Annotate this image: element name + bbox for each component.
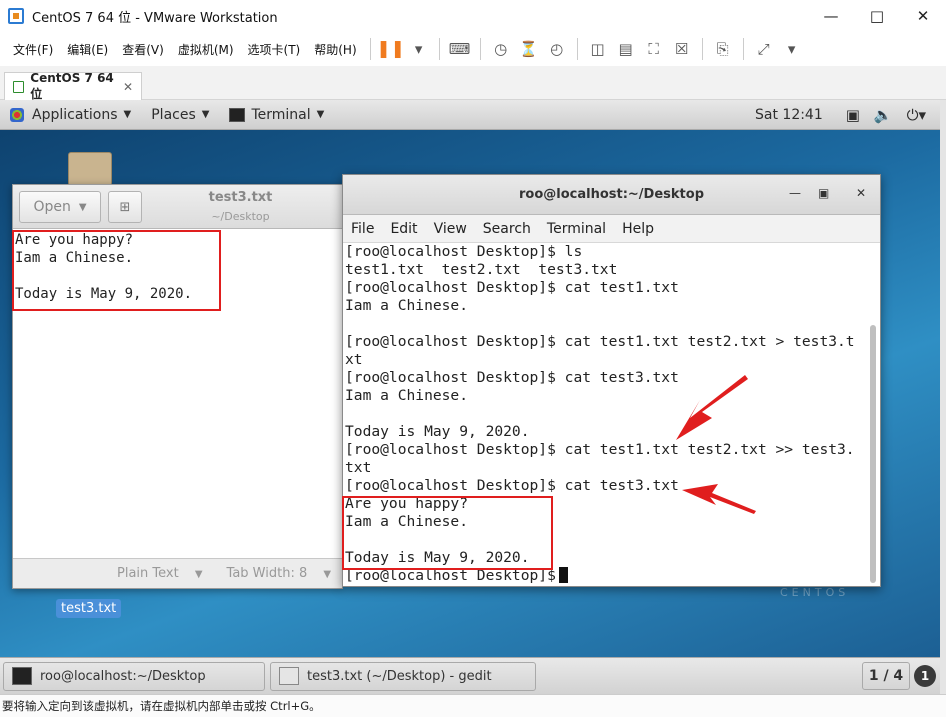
vmware-tabbar: CentOS 7 64 位 ✕ [0, 66, 946, 101]
annotation-arrow-upper [676, 375, 748, 440]
menu-tabs[interactable]: 选项卡(T) [241, 41, 308, 58]
vmware-statusbar: 要将输入定向到该虚拟机，请在虚拟机内部单击或按 Ctrl+G。 [0, 694, 946, 717]
vm-tab-icon [13, 80, 25, 93]
menu-vm[interactable]: 虚拟机(M) [171, 41, 241, 58]
pause-icon[interactable]: ❚❚ [376, 36, 405, 62]
toolbar-separator [576, 38, 578, 60]
sidebar-toggle-icon[interactable]: ◫ [584, 36, 612, 62]
vm-tab-centos[interactable]: CentOS 7 64 位 ✕ [4, 71, 142, 101]
vm-scrollbar[interactable] [940, 100, 946, 694]
tab-close-icon[interactable]: ✕ [123, 80, 133, 94]
unity-icon[interactable]: ☒ [668, 36, 696, 62]
task-terminal-label: roo@localhost:~/Desktop [40, 668, 206, 684]
thumbnail-icon[interactable]: ▤ [612, 36, 640, 62]
toolbar-separator [701, 38, 703, 60]
task-gedit-label: test3.txt (~/Desktop) - gedit [307, 668, 492, 684]
toolbar-separator [479, 38, 481, 60]
menu-file[interactable]: 文件(F) [6, 41, 60, 58]
workspace-pager[interactable]: 1 / 4 [862, 662, 910, 690]
minimize-icon[interactable]: — [808, 0, 854, 32]
task-gedit[interactable]: test3.txt (~/Desktop) - gedit [270, 661, 536, 691]
task-terminal[interactable]: roo@localhost:~/Desktop [3, 661, 265, 691]
menu-help[interactable]: 帮助(H) [307, 41, 363, 58]
menu-edit[interactable]: 编辑(E) [60, 41, 115, 58]
window-controls: — □ ✕ [808, 0, 946, 32]
send-ctrl-alt-del-icon[interactable]: ⌨ [446, 36, 474, 62]
vmware-logo-icon [8, 8, 24, 24]
snapshot-manager-icon[interactable]: ◴ [543, 36, 571, 62]
revert-snapshot-icon[interactable]: ⏳ [515, 36, 543, 62]
vm-tab-label: CentOS 7 64 位 [30, 71, 114, 101]
close-icon[interactable]: ✕ [900, 0, 946, 32]
vmware-menubar: 文件(F) 编辑(E) 查看(V) 虚拟机(M) 选项卡(T) 帮助(H) ❚❚… [0, 32, 946, 66]
fullscreen-icon[interactable]: ⛶ [640, 36, 668, 62]
gedit-icon [279, 667, 299, 685]
toolbar-separator [438, 38, 440, 60]
gnome-taskbar: roo@localhost:~/Desktop test3.txt (~/Des… [0, 657, 940, 694]
toolbar-separator [369, 38, 371, 60]
vmware-titlebar: CentOS 7 64 位 - VMware Workstation — □ ✕ [0, 0, 946, 32]
menu-view[interactable]: 查看(V) [115, 41, 171, 58]
console-view-icon[interactable]: ⎘ [709, 36, 737, 62]
stretch-icon[interactable]: ⤢ [750, 36, 778, 62]
annotation-arrow-lower [682, 484, 756, 514]
toolbar-separator [742, 38, 744, 60]
guest-screen[interactable]: Applications ▼ Places ▼ Terminal ▼ Sat 1… [0, 100, 940, 694]
annotation-arrows [676, 375, 756, 514]
maximize-icon[interactable]: □ [854, 0, 900, 32]
terminal-icon [12, 667, 32, 685]
vm-status-hint: 要将输入定向到该虚拟机，请在虚拟机内部单击或按 Ctrl+G。 [2, 699, 321, 713]
pause-dropdown-icon[interactable]: ▾ [405, 36, 433, 62]
window-title: CentOS 7 64 位 - VMware Workstation [32, 10, 278, 26]
stretch-dropdown-icon[interactable]: ▾ [778, 36, 806, 62]
notification-badge[interactable]: 1 [914, 665, 936, 687]
snapshot-icon[interactable]: ◷ [487, 36, 515, 62]
